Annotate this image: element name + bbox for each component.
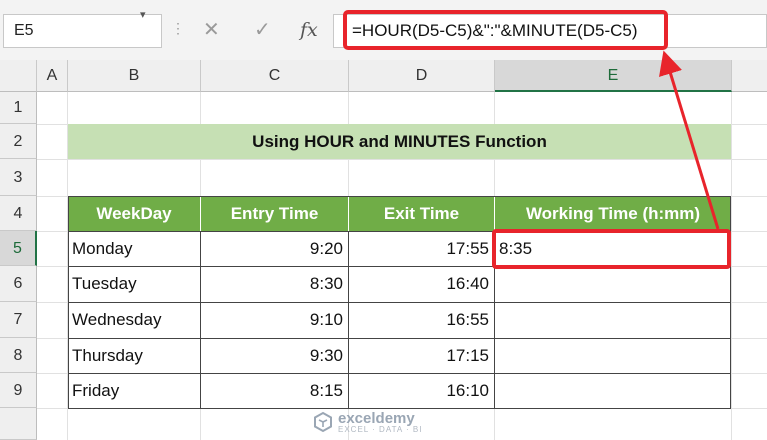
watermark-tagline: EXCEL · DATA · BI xyxy=(338,425,423,434)
exceldemy-logo-icon xyxy=(314,411,332,433)
exceldemy-watermark: exceldemy EXCEL · DATA · BI xyxy=(312,410,422,434)
arrow-line xyxy=(659,50,720,230)
annotation-arrow xyxy=(659,50,720,230)
